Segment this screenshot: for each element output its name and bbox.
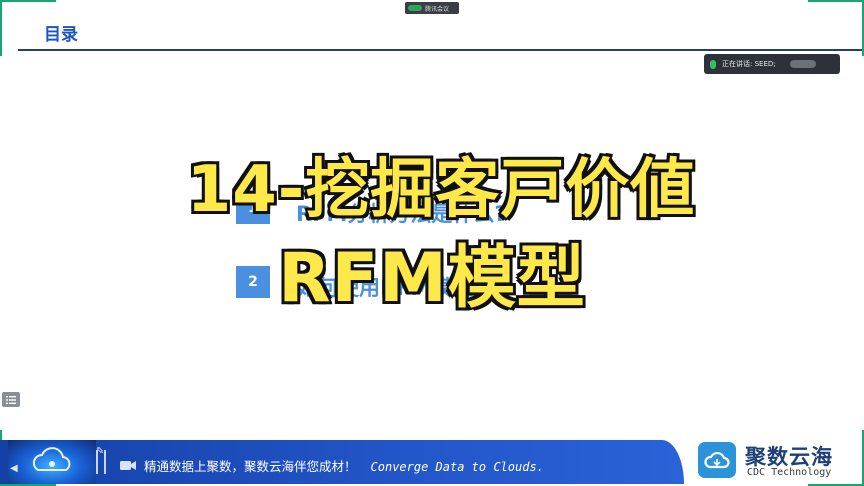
mic-icon — [710, 59, 716, 69]
speaking-indicator: 正在讲话: SEED; — [704, 54, 840, 74]
list-icon — [6, 395, 16, 404]
speaker-name-blurred — [789, 60, 816, 68]
brand-subtitle: CDC Technology — [747, 467, 832, 478]
cloud-icon — [704, 451, 730, 469]
banner-slogan: 精通数据上聚数，聚数云海伴您成材！ Converge Data to Clouds… — [144, 456, 544, 475]
brand-logo — [698, 442, 736, 478]
banner-slogan-cn: 精通数据上聚数，聚数云海伴您成材！ — [144, 459, 357, 474]
speaking-label: 正在讲话: SEED; — [722, 60, 776, 68]
corner-decoration-top-right — [808, 0, 864, 56]
banner-slogan-en: Converge Data to Clouds. — [370, 460, 544, 474]
divider-handle[interactable] — [96, 450, 106, 474]
video-title-line-1: 14-挖掘客戸价値 — [185, 151, 697, 229]
meeting-app-name: 腾讯会议 — [425, 5, 450, 13]
list-toggle-button[interactable] — [2, 392, 20, 407]
bottom-banner: ✎ ◀ 精通数据上聚数，聚数云海伴您成材！ Converge Data to Cl… — [0, 440, 690, 484]
camera-icon[interactable] — [120, 456, 136, 475]
meeting-status-dot — [408, 5, 422, 11]
title-divider — [18, 49, 862, 51]
cloud-icon — [32, 447, 71, 471]
prev-icon[interactable]: ◀ — [10, 456, 18, 475]
cloud-emblem — [8, 440, 96, 484]
video-title-line-2: RFM模型 — [276, 237, 586, 320]
meeting-app-tab[interactable]: 腾讯会议 — [405, 2, 459, 14]
slide-title: 目录 — [44, 25, 78, 45]
